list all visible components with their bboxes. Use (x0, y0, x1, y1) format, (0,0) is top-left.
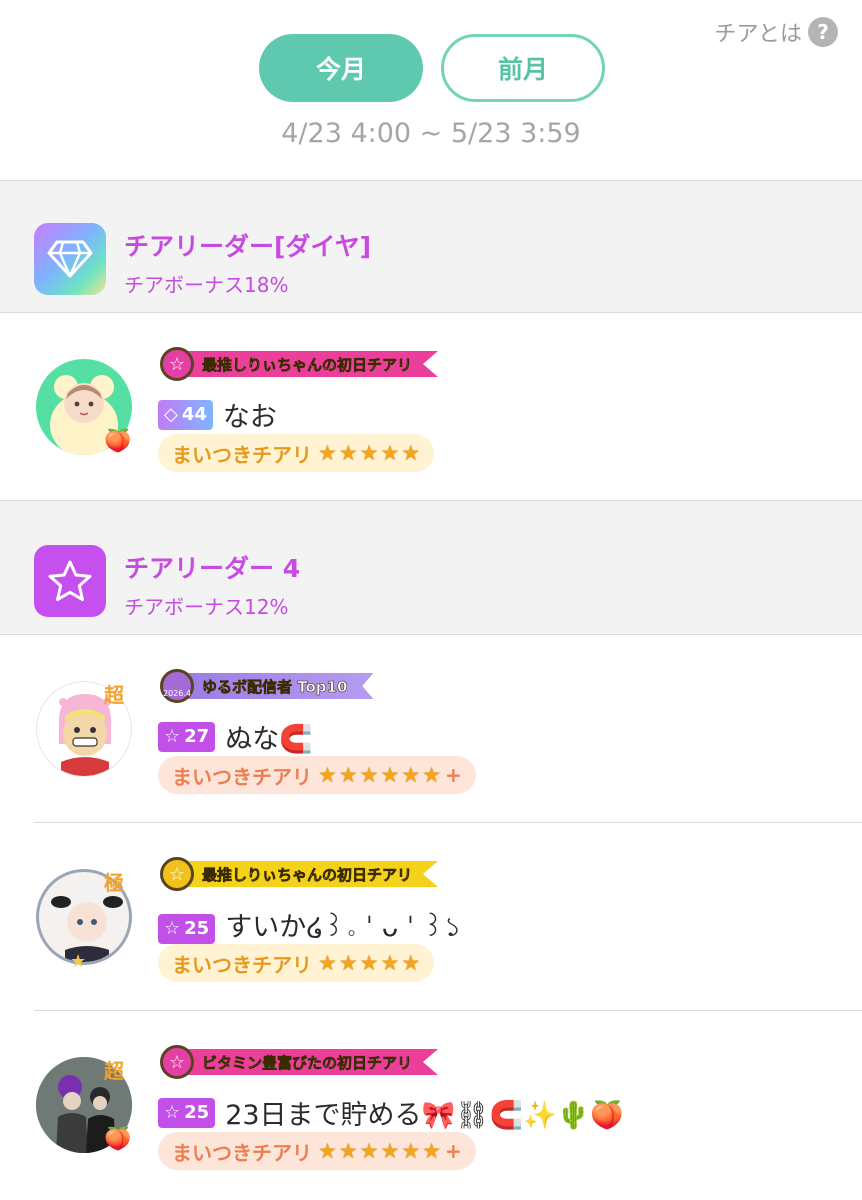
star-icon: ☆ (164, 918, 181, 939)
level-value: 25 (184, 1102, 210, 1123)
star-icon: ★ (401, 1139, 421, 1163)
rank-section-level-4: チアリーダー 4 チアボーナス12% (0, 501, 862, 634)
list-item[interactable]: 超 🍑 ☆ ビタミン豊富びたの初日チアリ ☆ 25 23日まで貯める🎀⛓🧲✨🌵🍑… (0, 1011, 862, 1200)
star-rating: ★ ★ ★ ★ ★ (318, 441, 420, 465)
level-badge: ☆ 25 (158, 1097, 216, 1128)
banner-label: 最推しりぃちゃんの初日チアリ (188, 351, 439, 377)
star-icon: ★ (338, 441, 358, 465)
month-tabs: 今月 前月 (259, 34, 605, 102)
monthly-cheer-pill: まいつきチアリ ★ ★ ★ ★ ★ (158, 434, 435, 472)
star-icon: ★ (359, 1139, 379, 1163)
plus-icon: + (444, 1139, 462, 1163)
super-badge: 超 (104, 683, 124, 707)
period-range: 4/23 4:00 ~ 5/23 3:59 (281, 118, 581, 149)
super-badge: 超 (104, 1059, 124, 1083)
star-rating: ★ ★ ★ ★ ★ (318, 951, 420, 975)
name-row: ☆ 25 23日まで貯める🎀⛓🧲✨🌵🍑 (158, 1093, 624, 1132)
peach-icon: 🍑 (104, 1127, 132, 1152)
star-icon: ★ (318, 951, 337, 975)
rank-bonus: チアボーナス12% (124, 595, 289, 619)
plus-icon: + (444, 763, 462, 787)
user-name: なお (222, 402, 277, 433)
medal-star-icon: ☆ (160, 347, 194, 381)
cheer-label: まいつきチアリ (172, 764, 312, 789)
list-item[interactable]: 極 ★ ☆ 最推しりぃちゃんの初日チアリ ☆ 25 すいか໒꒱。ˈ ᴗ ˈ ꒱১… (0, 823, 862, 1010)
star-icon: ★ (380, 1139, 400, 1163)
cheer-label: まいつきチアリ (172, 952, 312, 977)
cheer-label: まいつきチアリ (172, 442, 312, 467)
diamond-icon: ◇ (164, 404, 178, 425)
title-banner: ☆ ビタミン豊富びたの初日チアリ (160, 1045, 439, 1079)
medal-star-icon: ☆ (160, 1045, 194, 1079)
star-icon: ★ (338, 1139, 358, 1163)
star-icon: ★ (401, 763, 421, 787)
rank-bonus: チアボーナス18% (124, 273, 289, 297)
name-row: ☆ 27 ぬな🧲 (158, 717, 313, 756)
level-value: 27 (184, 726, 210, 747)
tab-last-month[interactable]: 前月 (441, 34, 605, 102)
star-icon: ★ (380, 951, 400, 975)
star-icon: ★ (401, 951, 421, 975)
rank-section-diamond: チアリーダー[ダイヤ] チアボーナス18% (0, 181, 862, 312)
star-icon: ★ (422, 763, 441, 787)
star-icon: ★ (422, 1139, 441, 1163)
title-banner: 2026.4 ゆるボ配信者 Top10 (160, 669, 374, 703)
tab-this-month[interactable]: 今月 (259, 34, 423, 102)
star-icon: ★ (318, 441, 337, 465)
header-area: チアとは ? 今月 前月 4/23 4:00 ~ 5/23 3:59 (0, 0, 862, 180)
list-item[interactable]: 超 2026.4 ゆるボ配信者 Top10 ☆ 27 ぬな🧲 まいつきチアリ ★… (0, 635, 862, 822)
star-icon: ☆ (164, 726, 181, 747)
about-cheer-label: チアとは (714, 22, 802, 47)
star-icon (34, 545, 106, 617)
wing-star-icon: ★ (70, 951, 87, 972)
level-badge: ☆ 25 (158, 913, 216, 944)
about-cheer-link[interactable]: チアとは ? (714, 16, 838, 48)
peach-icon: 🍑 (104, 429, 132, 454)
title-banner: ☆ 最推しりぃちゃんの初日チアリ (160, 347, 439, 381)
star-icon: ★ (318, 1139, 337, 1163)
level-value: 25 (184, 918, 210, 939)
monthly-cheer-pill: まいつきチアリ ★ ★ ★ ★ ★ ★ + (158, 756, 476, 794)
medal-star-icon: ☆ (160, 857, 194, 891)
banner-label: 最推しりぃちゃんの初日チアリ (188, 861, 439, 887)
list-item[interactable]: 🍑 ☆ 最推しりぃちゃんの初日チアリ ◇ 44 なお まいつきチアリ ★ ★ ★… (0, 313, 862, 500)
banner-label: ゆるボ配信者 Top10 (188, 673, 374, 699)
rank-title: チアリーダー[ダイヤ] (124, 232, 372, 261)
user-name: ぬな🧲 (225, 724, 313, 755)
star-icon: ★ (359, 441, 379, 465)
medal-year-icon: 2026.4 (160, 669, 194, 703)
rank-title: チアリーダー 4 (124, 554, 301, 583)
level-value: 44 (181, 404, 207, 425)
monthly-cheer-pill: まいつきチアリ ★ ★ ★ ★ ★ (158, 944, 435, 982)
star-rating: ★ ★ ★ ★ ★ ★ + (318, 1139, 462, 1163)
star-icon: ★ (401, 441, 421, 465)
star-icon: ★ (338, 951, 358, 975)
diamond-icon (34, 223, 106, 295)
star-icon: ★ (318, 763, 337, 787)
banner-label: ビタミン豊富びたの初日チアリ (188, 1049, 439, 1075)
star-icon: ★ (359, 951, 379, 975)
cheer-label: まいつきチアリ (172, 1140, 312, 1165)
user-name: 23日まで貯める🎀⛓🧲✨🌵🍑 (225, 1100, 624, 1131)
title-banner: ☆ 最推しりぃちゃんの初日チアリ (160, 857, 439, 891)
star-icon: ☆ (164, 1102, 181, 1123)
star-icon: ★ (359, 763, 379, 787)
extreme-badge: 極 (104, 871, 124, 895)
monthly-cheer-pill: まいつきチアリ ★ ★ ★ ★ ★ ★ + (158, 1132, 476, 1170)
star-rating: ★ ★ ★ ★ ★ ★ + (318, 763, 462, 787)
banner-year: 2026.4 (163, 688, 191, 698)
star-icon: ★ (380, 763, 400, 787)
name-row: ◇ 44 なお (158, 395, 277, 434)
question-icon: ? (808, 17, 838, 47)
star-icon: ★ (380, 441, 400, 465)
star-icon: ★ (338, 763, 358, 787)
level-badge: ☆ 27 (158, 721, 216, 752)
level-badge: ◇ 44 (158, 399, 213, 430)
